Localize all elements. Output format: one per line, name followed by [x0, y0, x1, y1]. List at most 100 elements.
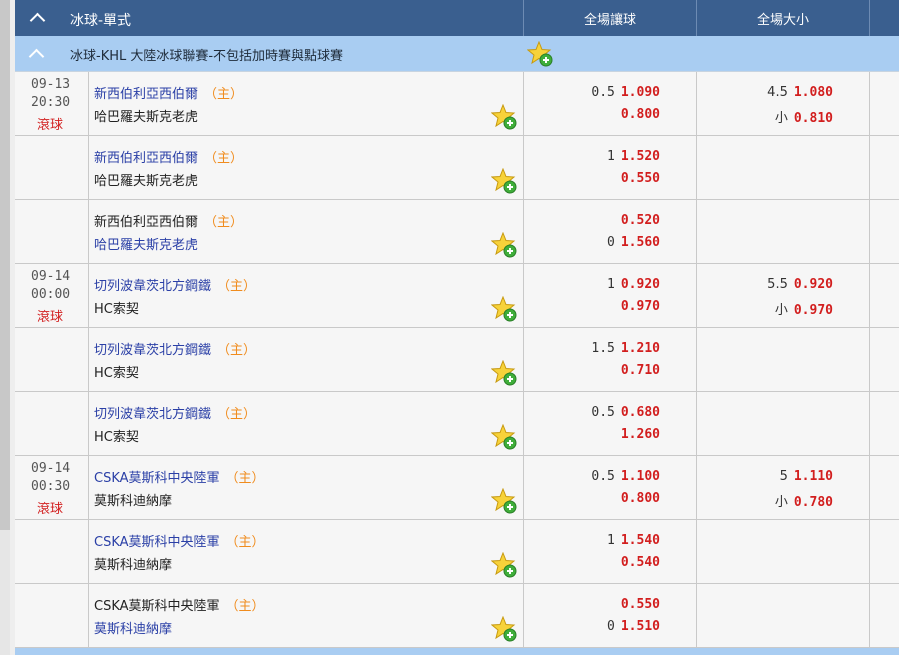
team-away[interactable]: HC索契	[94, 426, 139, 445]
odds-value[interactable]: 1.520	[621, 149, 660, 164]
odds-value[interactable]: 1.260	[621, 427, 660, 442]
time-cell: 09-14 00:00 滾球	[15, 264, 89, 327]
match-row: 切列波韋茨北方鋼鐵 （主） HC索契 0.5 0.680 1.260	[15, 392, 899, 456]
odds-handicap-value: 1.5	[591, 341, 615, 356]
odds-line[interactable]: 0.520	[615, 213, 660, 228]
odds-line[interactable]: 0.5 1.090	[591, 85, 660, 100]
odds-value[interactable]: 1.090	[621, 85, 660, 100]
next-league-row[interactable]	[15, 648, 899, 655]
teams-cell: CSKA莫斯科中央陸軍 （主） 莫斯科迪納摩	[89, 456, 524, 519]
team-away[interactable]: 莫斯科迪納摩	[94, 490, 172, 509]
odds-line[interactable]: 0.5 1.100	[591, 469, 660, 484]
odds-line[interactable]: 0.800	[615, 107, 660, 122]
odds-value[interactable]: 0.550	[621, 171, 660, 186]
odds-line[interactable]: 0.800	[615, 491, 660, 506]
odds-value[interactable]: 0.810	[794, 111, 833, 126]
odds-line[interactable]: 0 1.560	[607, 235, 660, 250]
odds-line[interactable]: 小 0.810	[775, 107, 833, 126]
team-away[interactable]: 莫斯科迪納摩	[94, 618, 172, 637]
team-home[interactable]: CSKA莫斯科中央陸軍 （主）	[94, 531, 265, 550]
odds-handicap-value: 0.5	[591, 469, 615, 484]
team-home[interactable]: 切列波韋茨北方鋼鐵 （主）	[94, 339, 256, 358]
odds-value[interactable]: 1.560	[621, 235, 660, 250]
odds-line[interactable]: 小 0.780	[775, 491, 833, 510]
odds-line[interactable]: 小 0.970	[775, 299, 833, 318]
odds-line[interactable]: 0.540	[615, 555, 660, 570]
teams-cell: 切列波韋茨北方鋼鐵 （主） HC索契	[89, 392, 524, 455]
odds-value[interactable]: 1.540	[621, 533, 660, 548]
odds-value[interactable]: 1.110	[794, 469, 833, 484]
home-marker: （主）	[204, 151, 244, 166]
odds-value[interactable]: 0.800	[621, 491, 660, 506]
team-home[interactable]: 切列波韋茨北方鋼鐵 （主）	[94, 403, 256, 422]
odds-line[interactable]: 4.5 1.080	[767, 85, 833, 100]
star-add-icon[interactable]	[490, 423, 517, 450]
star-add-icon[interactable]	[490, 231, 517, 258]
odds-line[interactable]: 0.970	[615, 299, 660, 314]
odds-value[interactable]: 1.210	[621, 341, 660, 356]
odds-value[interactable]: 0.920	[621, 277, 660, 292]
odds-line[interactable]: 0.550	[615, 597, 660, 612]
team-away[interactable]: HC索契	[94, 362, 139, 381]
team-away[interactable]: HC索契	[94, 298, 139, 317]
odds-value[interactable]: 0.710	[621, 363, 660, 378]
team-name: HC索契	[94, 430, 139, 445]
odds-line[interactable]: 0 1.510	[607, 619, 660, 634]
star-add-icon[interactable]	[490, 359, 517, 386]
odds-value[interactable]: 0.970	[621, 299, 660, 314]
odds-value[interactable]: 1.510	[621, 619, 660, 634]
extra-cell	[870, 264, 899, 327]
odds-line[interactable]: 1.5 1.210	[591, 341, 660, 356]
home-marker: （主）	[225, 599, 265, 614]
odds-value[interactable]: 0.550	[621, 597, 660, 612]
odds-value[interactable]: 0.800	[621, 107, 660, 122]
odds-line[interactable]: 1 0.920	[607, 277, 660, 292]
odds-line[interactable]: 0.550	[615, 171, 660, 186]
header-title-cell[interactable]: 冰球-單式	[15, 0, 524, 36]
odds-value[interactable]: 0.520	[621, 213, 660, 228]
match-row: 09-14 00:00 滾球 切列波韋茨北方鋼鐵 （主） HC索契 1 0.920 0.970 5…	[15, 264, 899, 328]
teams-cell: 新西伯利亞西伯爾 （主） 哈巴羅夫斯克老虎	[89, 136, 524, 199]
team-away[interactable]: 哈巴羅夫斯克老虎	[94, 170, 198, 189]
team-home[interactable]: 切列波韋茨北方鋼鐵 （主）	[94, 275, 256, 294]
team-home[interactable]: CSKA莫斯科中央陸軍 （主）	[94, 595, 265, 614]
team-home[interactable]: 新西伯利亞西伯爾 （主）	[94, 211, 243, 230]
star-add-icon[interactable]	[490, 551, 517, 578]
chevron-up-icon[interactable]	[28, 48, 45, 65]
team-home[interactable]: 新西伯利亞西伯爾 （主）	[94, 147, 243, 166]
team-home[interactable]: 新西伯利亞西伯爾 （主）	[94, 83, 243, 102]
odds-value[interactable]: 0.920	[794, 277, 833, 292]
odds-line[interactable]: 1 1.520	[607, 149, 660, 164]
star-add-icon[interactable]	[490, 615, 517, 642]
odds-value[interactable]: 1.080	[794, 85, 833, 100]
star-add-icon[interactable]	[490, 295, 517, 322]
chevron-up-icon[interactable]	[29, 12, 46, 29]
star-add-icon[interactable]	[526, 40, 553, 67]
league-row[interactable]: 冰球-KHL 大陸冰球聯賽-不包括加時賽與點球賽	[15, 36, 899, 72]
star-add-icon[interactable]	[490, 167, 517, 194]
extra-cell	[870, 200, 899, 263]
team-name: 哈巴羅夫斯克老虎	[94, 238, 199, 253]
odds-line[interactable]: 1.260	[615, 427, 660, 442]
team-home[interactable]: CSKA莫斯科中央陸軍 （主）	[94, 467, 265, 486]
star-add-icon[interactable]	[490, 487, 517, 514]
live-label[interactable]: 滾球	[37, 498, 63, 517]
live-label[interactable]: 滾球	[37, 114, 63, 133]
odds-value[interactable]: 0.970	[794, 303, 833, 318]
star-add-icon[interactable]	[490, 103, 517, 130]
team-away[interactable]: 莫斯科迪納摩	[94, 554, 172, 573]
odds-value[interactable]: 0.780	[794, 495, 833, 510]
odds-line[interactable]: 5 1.110	[780, 469, 833, 484]
overunder-cell	[697, 520, 870, 583]
odds-value[interactable]: 1.100	[621, 469, 660, 484]
live-label[interactable]: 滾球	[37, 306, 63, 325]
odds-line[interactable]: 1 1.540	[607, 533, 660, 548]
home-marker: （主）	[217, 407, 257, 422]
odds-line[interactable]: 0.710	[615, 363, 660, 378]
odds-value[interactable]: 0.540	[621, 555, 660, 570]
odds-line[interactable]: 5.5 0.920	[767, 277, 833, 292]
odds-line[interactable]: 0.5 0.680	[591, 405, 660, 420]
team-away[interactable]: 哈巴羅夫斯克老虎	[94, 106, 198, 125]
team-away[interactable]: 哈巴羅夫斯克老虎	[94, 234, 198, 253]
odds-value[interactable]: 0.680	[621, 405, 660, 420]
